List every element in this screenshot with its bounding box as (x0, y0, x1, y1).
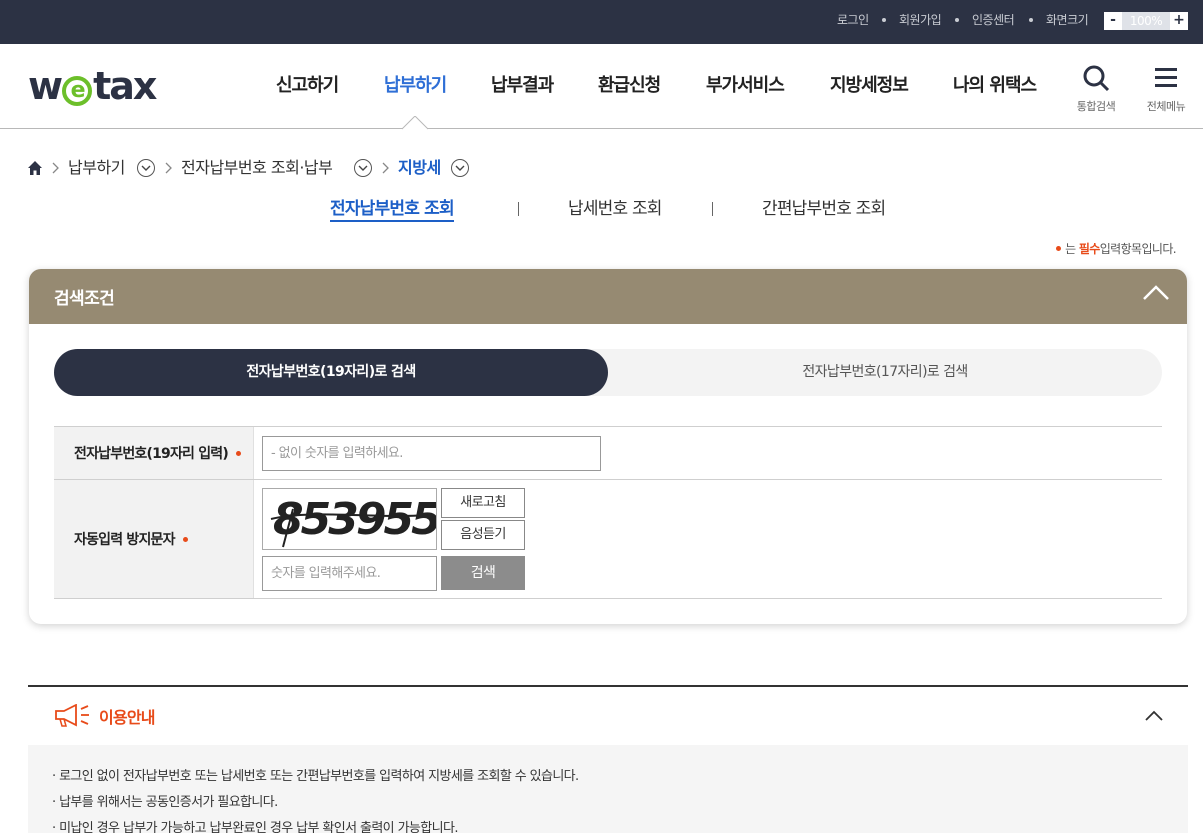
search-17-digit-button[interactable]: 전자납부번호(17자리)로 검색 (608, 349, 1162, 396)
chevron-right-icon (165, 162, 172, 174)
payment-number-input[interactable]: - 없이 숫자를 입력하세요. (262, 436, 601, 471)
search-label: 통합검색 (1076, 100, 1116, 113)
logo-tax: tax (93, 64, 157, 108)
captcha-text: 853955 (273, 494, 437, 545)
form-row-payment-number: 전자납부번호(19자리 입력) - 없이 숫자를 입력하세요. (54, 427, 1162, 480)
tab-simple-payment-number[interactable]: 간편납부번호 조회 (762, 196, 886, 222)
guide-item: · 납부를 위해서는 공동인증서가 필요합니다. (52, 795, 278, 810)
logo-e: e (62, 76, 93, 106)
chevron-right-icon (382, 162, 389, 174)
separator-dot (955, 18, 959, 22)
required-note-bold: 필수 (1078, 242, 1100, 256)
separator-dot (882, 18, 886, 22)
search-form-table: 전자납부번호(19자리 입력) - 없이 숫자를 입력하세요. 자동입력 방지문… (54, 426, 1162, 599)
captcha-input[interactable]: 숫자를 입력해주세요. (262, 556, 437, 591)
search-type-toggle: 전자납부번호(19자리)로 검색 전자납부번호(17자리)로 검색 (54, 349, 1162, 396)
required-dot (182, 536, 188, 542)
zoom-out-button[interactable]: - (1104, 12, 1122, 30)
search-conditions-panel: 검색조건 전자납부번호(19자리)로 검색 전자납부번호(17자리)로 검색 전… (29, 269, 1187, 624)
search-panel-header[interactable]: 검색조건 (29, 269, 1187, 324)
chevron-up-icon[interactable] (1143, 285, 1169, 301)
zoom-control: - 100% + (1104, 12, 1188, 30)
chevron-up-icon[interactable] (1145, 710, 1163, 722)
required-note-pre: 는 (1065, 242, 1076, 256)
usage-guide-title: 이용안내 (99, 708, 155, 727)
captcha-audio-button[interactable]: 음성듣기 (441, 520, 525, 550)
menu-label: 전체메뉴 (1146, 100, 1186, 113)
search-panel-title: 검색조건 (54, 289, 115, 309)
guide-item: · 미납인 경우 납부가 가능하고 납부완료인 경우 납부 확인서 출력이 가능… (52, 821, 459, 833)
nav-report[interactable]: 신고하기 (276, 44, 339, 128)
chevron-down-icon[interactable] (137, 159, 155, 177)
zoom-in-button[interactable]: + (1170, 12, 1188, 30)
login-link[interactable]: 로그인 (837, 0, 869, 40)
search-button[interactable]: 검색 (441, 556, 525, 590)
chevron-right-icon (52, 162, 59, 174)
logo-w: w (28, 64, 63, 108)
breadcrumb-level2[interactable]: 전자납부번호 조회·납부 (181, 156, 333, 180)
tab-electronic-payment-number[interactable]: 전자납부번호 조회 (330, 196, 455, 222)
nav-my-wetax[interactable]: 나의 위택스 (953, 44, 1037, 128)
nav-local-tax-info[interactable]: 지방세정보 (830, 44, 909, 128)
search-19-digit-button[interactable]: 전자납부번호(19자리)로 검색 (54, 349, 608, 396)
tab-divider (712, 202, 713, 216)
separator-dot (1029, 18, 1033, 22)
breadcrumb-level1[interactable]: 납부하기 (68, 156, 125, 180)
chevron-down-icon[interactable] (451, 159, 469, 177)
captcha-image: 853955 (262, 488, 437, 550)
search-icon (1083, 65, 1110, 92)
screen-size-label: 화면크기 (1046, 13, 1089, 27)
guide-item: · 로그인 없이 전자납부번호 또는 납세번호 또는 간편납부번호를 입력하여 … (52, 769, 579, 784)
cert-center-link[interactable]: 인증센터 (972, 0, 1015, 40)
integrated-search-button[interactable]: 통합검색 (1066, 64, 1126, 114)
form-row-captcha: 자동입력 방지문자 853955 새로고침 음성듣기 숫자를 입력해주세요. 검… (54, 480, 1162, 599)
tab-divider (518, 202, 519, 216)
required-note: 는 필수입력항목입니다. (1056, 240, 1177, 257)
zoom-value: 100% (1129, 14, 1163, 28)
payment-number-label: 전자납부번호(19자리 입력) (74, 446, 229, 462)
utility-bar: 로그인 회원가입 인증센터 화면크기 - 100% + (0, 0, 1203, 44)
home-icon[interactable] (27, 160, 43, 176)
captcha-refresh-button[interactable]: 새로고침 (441, 488, 525, 518)
usage-guide-header[interactable] (28, 687, 1188, 745)
nav-refund[interactable]: 환급신청 (598, 44, 661, 128)
form-label-cell: 전자납부번호(19자리 입력) (54, 427, 254, 479)
chevron-down-icon[interactable] (354, 159, 372, 177)
required-note-post: 입력항목입니다. (1099, 242, 1177, 256)
megaphone-icon (55, 704, 89, 727)
form-label-cell: 자동입력 방지문자 (54, 480, 254, 598)
required-dot (1056, 246, 1062, 251)
wetax-logo[interactable]: w e tax (28, 64, 157, 108)
breadcrumb-current: 지방세 (398, 158, 441, 177)
required-dot (235, 450, 241, 456)
nav-extra-service[interactable]: 부가서비스 (706, 44, 785, 128)
signup-link[interactable]: 회원가입 (899, 0, 942, 40)
hamburger-icon (1155, 68, 1177, 87)
captcha-label: 자동입력 방지문자 (74, 532, 176, 548)
all-menu-button[interactable]: 전체메뉴 (1136, 64, 1196, 114)
main-header: w e tax 신고하기 납부하기 납부결과 환급신청 부가서비스 지방세정보 나의… (0, 44, 1203, 130)
tab-tax-number[interactable]: 납세번호 조회 (568, 196, 662, 222)
nav-payment-result[interactable]: 납부결과 (491, 44, 554, 128)
